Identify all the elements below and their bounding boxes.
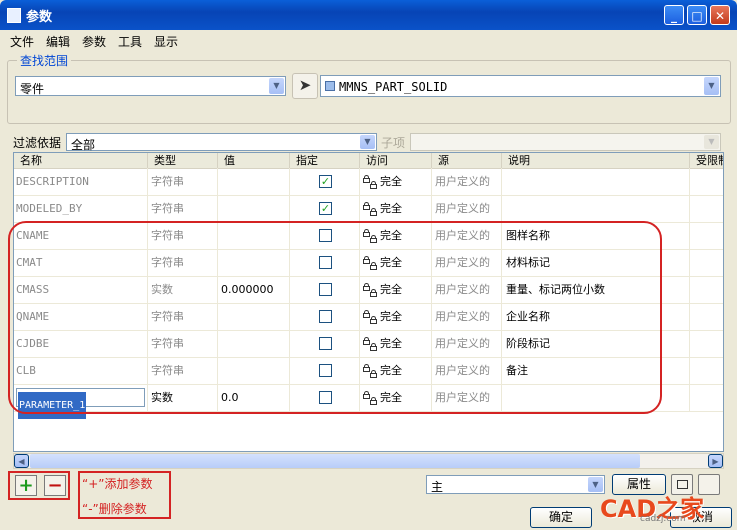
cell-description[interactable] (502, 168, 690, 195)
cell-restricted[interactable] (690, 222, 723, 249)
lock-icon (362, 174, 379, 190)
col-source[interactable]: 源 (432, 153, 502, 168)
cell-value[interactable] (218, 195, 290, 222)
filter-label: 过滤依据 (13, 136, 62, 150)
chevron-down-icon: ▼ (704, 77, 719, 95)
cell-source[interactable]: 用户定义的 (432, 195, 502, 222)
menu-bar: 文件 编辑 参数 工具 显示 (0, 30, 737, 50)
col-designate[interactable]: 指定 (290, 153, 360, 168)
cell-value[interactable] (218, 168, 290, 195)
part-icon (325, 81, 335, 91)
cell-restricted[interactable] (690, 195, 723, 222)
designate-checkbox[interactable]: ✓ (319, 175, 332, 188)
scope-type-select[interactable]: 零件 ▼ (15, 76, 286, 96)
col-restricted[interactable]: 受限制 (690, 153, 723, 168)
watermark-url: cadzj.com (640, 514, 686, 524)
chevron-down-icon: ▼ (269, 78, 284, 94)
access-text: 完全 (380, 175, 402, 188)
cell-type[interactable]: 字符串 (148, 195, 218, 222)
cell-name[interactable]: MODELED_BY (14, 195, 148, 222)
menu-display[interactable]: 显示 (154, 33, 178, 50)
chevron-down-icon: ▼ (360, 135, 375, 149)
scroll-left-icon[interactable]: ◀ (14, 454, 29, 468)
col-name[interactable]: 名称 (14, 153, 148, 168)
cell-access[interactable]: 完全 (360, 195, 432, 222)
cell-restricted[interactable] (690, 276, 723, 303)
table-row[interactable]: MODELED_BY 字符串 ✓ 完全 用户定义的 (14, 195, 723, 223)
ok-button[interactable]: 确定 (530, 507, 592, 528)
access-text: 完全 (380, 202, 402, 215)
select-pointer-button[interactable]: ➤ (292, 73, 318, 99)
lock-icon (362, 201, 379, 217)
view-select[interactable]: 主 ▼ (426, 475, 605, 494)
col-access[interactable]: 访问 (360, 153, 432, 168)
scroll-right-icon[interactable]: ▶ (708, 454, 723, 468)
cell-designate[interactable]: ✓ (290, 168, 360, 195)
scope-label: 查找范围 (17, 52, 72, 69)
window-title: 参数 (26, 10, 53, 25)
maximize-button[interactable]: □ (687, 5, 707, 25)
pointer-icon: ➤ (298, 76, 312, 94)
cell-description[interactable] (502, 195, 690, 222)
cell-restricted[interactable] (690, 249, 723, 276)
cell-restricted[interactable] (690, 384, 723, 411)
title-bar: 参数 _ □ ✕ (0, 0, 737, 30)
cell-restricted[interactable] (690, 168, 723, 195)
cell-access[interactable]: 完全 (360, 168, 432, 195)
close-button[interactable]: ✕ (710, 5, 730, 25)
cell-restricted[interactable] (690, 303, 723, 330)
note-remove: “-”删除参数 (82, 502, 147, 516)
note-add: “+”添加参数 (82, 477, 153, 491)
grid-icon (677, 480, 688, 489)
chevron-down-icon: ▼ (704, 135, 719, 149)
cell-designate[interactable]: ✓ (290, 195, 360, 222)
filter-select[interactable]: 全部 ▼ (66, 133, 377, 152)
filter-value: 全部 (71, 138, 96, 152)
cell-name[interactable]: DESCRIPTION (14, 168, 148, 195)
menu-parameters[interactable]: 参数 (82, 33, 106, 50)
cell-restricted[interactable] (690, 357, 723, 384)
scope-type-value: 零件 (20, 82, 45, 96)
cell-source[interactable]: 用户定义的 (432, 168, 502, 195)
app-icon (7, 8, 21, 23)
scope-object-value: MMNS_PART_SOLID (339, 80, 448, 94)
add-parameter-button[interactable]: + (15, 475, 37, 496)
remove-parameter-button[interactable]: − (44, 475, 66, 496)
col-description[interactable]: 说明 (502, 153, 690, 168)
minimize-button[interactable]: _ (664, 5, 684, 25)
minus-icon: − (47, 475, 63, 496)
menu-tools[interactable]: 工具 (118, 33, 142, 50)
subitem-select: ▼ (410, 133, 721, 151)
horizontal-scrollbar[interactable]: ◀ ▶ (13, 453, 724, 469)
menu-file[interactable]: 文件 (10, 33, 34, 50)
table-row[interactable]: DESCRIPTION 字符串 ✓ 完全 用户定义的 (14, 168, 723, 196)
scroll-thumb[interactable] (30, 454, 640, 468)
designate-checkbox[interactable]: ✓ (319, 202, 332, 215)
cell-type[interactable]: 字符串 (148, 168, 218, 195)
scope-object-select[interactable]: MMNS_PART_SOLID ▼ (320, 75, 721, 97)
col-value[interactable]: 值 (218, 153, 290, 168)
plus-icon: + (18, 475, 34, 496)
subitem-label: 子项 (381, 136, 406, 150)
menu-edit[interactable]: 编辑 (46, 33, 70, 50)
cell-restricted[interactable] (690, 330, 723, 357)
view-value: 主 (431, 480, 444, 494)
highlight-annotation (8, 221, 662, 414)
col-type[interactable]: 类型 (148, 153, 218, 168)
table-header: 名称 类型 值 指定 访问 源 说明 受限制 (14, 153, 723, 169)
